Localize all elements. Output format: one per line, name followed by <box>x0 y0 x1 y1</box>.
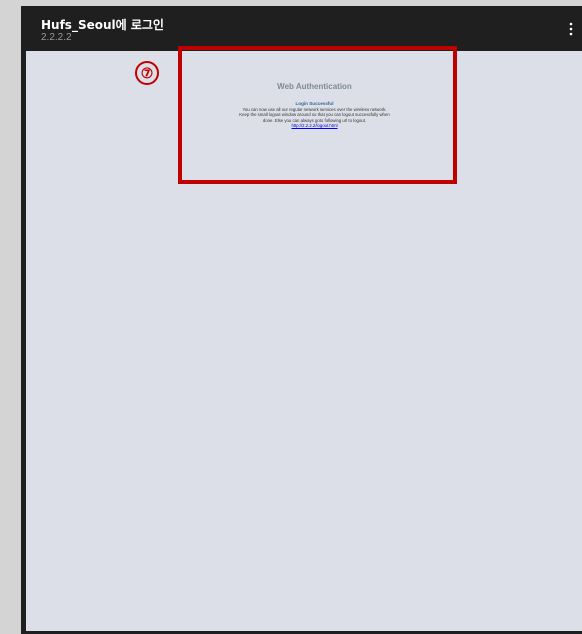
auth-heading: Web Authentication <box>277 82 352 91</box>
auth-panel: Web Authentication Login Successful You … <box>176 51 453 129</box>
browser-window: Hufs_Seoul에 로그인 2.2.2.2 Web Authenticati… <box>21 6 582 634</box>
more-vertical-icon <box>569 22 573 36</box>
auth-message: You can now use all our regular network … <box>176 107 453 129</box>
more-options-button[interactable] <box>564 19 578 39</box>
logout-link[interactable]: http://2.2.2.2/logout.html <box>291 123 337 128</box>
title-bar: Hufs_Seoul에 로그인 2.2.2.2 <box>21 6 582 51</box>
step-badge: ⑦ <box>135 61 159 85</box>
login-status: Login Successful <box>295 101 334 106</box>
window-subtitle: 2.2.2.2 <box>41 32 72 43</box>
window-title: Hufs_Seoul에 로그인 <box>41 18 164 32</box>
web-content: Web Authentication Login Successful You … <box>26 51 582 631</box>
